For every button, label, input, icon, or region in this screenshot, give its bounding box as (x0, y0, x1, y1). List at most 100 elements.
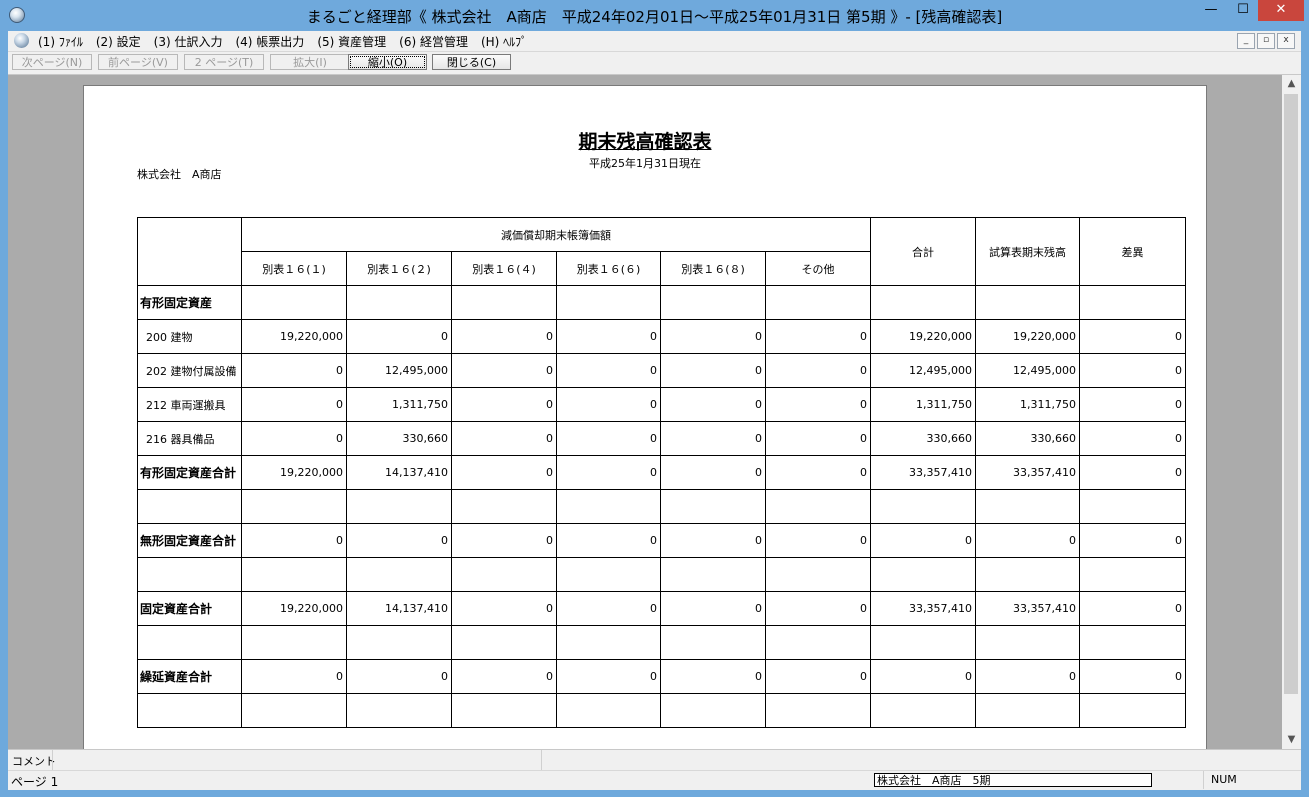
table-cell (1079, 625, 1186, 660)
zoom-in-button[interactable]: 拡大(I) (270, 54, 350, 70)
report-date: 平成25年1月31日現在 (589, 157, 701, 170)
menu-item-3[interactable]: (4) 帳票出力 (235, 33, 304, 50)
table-cell: 330,660 (870, 421, 976, 456)
table-cell: 0 (765, 659, 871, 694)
table-cell: 19,220,000 (975, 319, 1080, 354)
table-cell: 0 (556, 659, 661, 694)
menu-item-6[interactable]: (H) ﾍﾙﾌﾟ (481, 33, 527, 50)
menu-item-1[interactable]: (2) 設定 (96, 33, 141, 50)
table-cell (451, 625, 557, 660)
document-system-menu-icon[interactable] (14, 33, 29, 48)
table-cell: 0 (1079, 319, 1186, 354)
table-cell: 0 (660, 387, 766, 422)
table-cell: 0 (765, 353, 871, 388)
table-cell: 19,220,000 (241, 319, 347, 354)
menu-item-2[interactable]: (3) 仕訳入力 (154, 33, 223, 50)
menu-item-0[interactable]: (1) ﾌｧｲﾙ (38, 33, 83, 50)
table-cell (1079, 285, 1186, 320)
table-cell (975, 557, 1080, 592)
table-cell: 0 (1079, 591, 1186, 626)
preview-area: 期末残高確認表 平成25年1月31日現在 株式会社 A商店 減価償却期末帳簿価額… (8, 75, 1282, 749)
column-header-4: 別表１６(８) (660, 251, 766, 286)
minimize-button[interactable]: — (1198, 0, 1224, 21)
report-title: 期末残高確認表 (578, 131, 712, 153)
mdi-restore-button[interactable]: ▫ (1257, 33, 1275, 49)
maximize-button[interactable]: ☐ (1230, 0, 1256, 21)
scroll-up-icon[interactable]: ▲ (1282, 75, 1301, 92)
table-cell: 0 (765, 455, 871, 490)
row-label (137, 625, 242, 660)
table-cell: 0 (556, 353, 661, 388)
header-group-cell: 減価償却期末帳簿価額 (241, 217, 871, 252)
mdi-close-button[interactable]: x (1277, 33, 1295, 49)
table-cell (765, 625, 871, 660)
table-cell: 12,495,000 (975, 353, 1080, 388)
table-cell: 0 (451, 455, 557, 490)
table-cell (451, 285, 557, 320)
page-jump-button[interactable]: 2 ページ(T) (184, 54, 264, 70)
vertical-scrollbar[interactable]: ▲ ▼ (1282, 75, 1301, 749)
table-cell: 12,495,000 (870, 353, 976, 388)
table-cell: 19,220,000 (870, 319, 976, 354)
table-cell: 0 (1079, 659, 1186, 694)
table-cell (975, 285, 1080, 320)
table-cell: 0 (1079, 421, 1186, 456)
table-cell: 0 (346, 659, 452, 694)
scroll-thumb[interactable] (1284, 94, 1298, 694)
table-cell (870, 693, 976, 728)
table-cell (660, 625, 766, 660)
close-report-button[interactable]: 閉じる(C) (432, 54, 511, 70)
table-cell (346, 557, 452, 592)
status-bar: コメント ページ 1 株式会社 A商店 5期 NUM (8, 749, 1301, 790)
column-header-1: 別表１６(２) (346, 251, 452, 286)
table-cell: 0 (451, 523, 557, 558)
table-cell (975, 693, 1080, 728)
table-cell (660, 489, 766, 524)
table-cell: 14,137,410 (346, 591, 452, 626)
table-row: 有形固定資産 (137, 285, 1186, 320)
comment-label: コメント (12, 755, 56, 768)
prev-page-button[interactable]: 前ページ(V) (98, 54, 178, 70)
column-header-3: 別表１６(６) (556, 251, 661, 286)
close-window-button[interactable]: ✕ (1258, 0, 1304, 21)
table-cell: 0 (241, 353, 347, 388)
mdi-minimize-button[interactable]: _ (1237, 33, 1255, 49)
table-cell: 0 (241, 659, 347, 694)
table-row: 200 建物 19,220,000 0 0 0 0 0 19,220,000 19,220,00… (137, 319, 1186, 354)
table-cell: 0 (451, 353, 557, 388)
table-cell (556, 693, 661, 728)
table-row: 無形固定資産合計 0 0 0 0 0 0 0 0 0 (137, 523, 1186, 558)
table-cell: 0 (870, 659, 976, 694)
menu-items: (1) ﾌｧｲﾙ (2) 設定 (3) 仕訳入力 (4) 帳票出力 (5) 資産管理 (6… (38, 33, 540, 50)
table-row (137, 693, 1186, 728)
table-cell (660, 285, 766, 320)
table-cell: 0 (556, 455, 661, 490)
table-cell (451, 489, 557, 524)
row-label: 有形固定資産合計 (137, 455, 242, 490)
table-cell (241, 625, 347, 660)
table-cell (241, 489, 347, 524)
table-cell (975, 625, 1080, 660)
table-cell: 0 (556, 523, 661, 558)
table-cell: 0 (346, 523, 452, 558)
table-row: 繰延資産合計 0 0 0 0 0 0 0 0 0 (137, 659, 1186, 694)
table-cell (1079, 489, 1186, 524)
scroll-down-icon[interactable]: ▼ (1282, 731, 1301, 748)
column-header-2: 別表１６(４) (451, 251, 557, 286)
report-page: 期末残高確認表 平成25年1月31日現在 株式会社 A商店 減価償却期末帳簿価額… (83, 85, 1207, 749)
zoom-out-button[interactable]: 縮小(O) (348, 54, 427, 70)
next-page-button[interactable]: 次ページ(N) (12, 54, 92, 70)
header-total: 合計 (870, 217, 976, 286)
table-row: 202 建物付属設備 0 12,495,000 0 0 0 0 12,495,000 12,49… (137, 353, 1186, 388)
table-row (137, 489, 1186, 524)
row-label: 繰延資産合計 (137, 659, 242, 694)
menu-item-4[interactable]: (5) 資産管理 (317, 33, 386, 50)
menu-item-5[interactable]: (6) 経営管理 (399, 33, 468, 50)
table-header-row-1: 減価償却期末帳簿価額 合計 試算表期末残高 差異 (137, 217, 1186, 286)
row-label (137, 693, 242, 728)
table-cell: 0 (451, 659, 557, 694)
table-cell: 0 (1079, 387, 1186, 422)
table-cell (241, 285, 347, 320)
table-cell: 0 (241, 387, 347, 422)
table-cell (870, 285, 976, 320)
